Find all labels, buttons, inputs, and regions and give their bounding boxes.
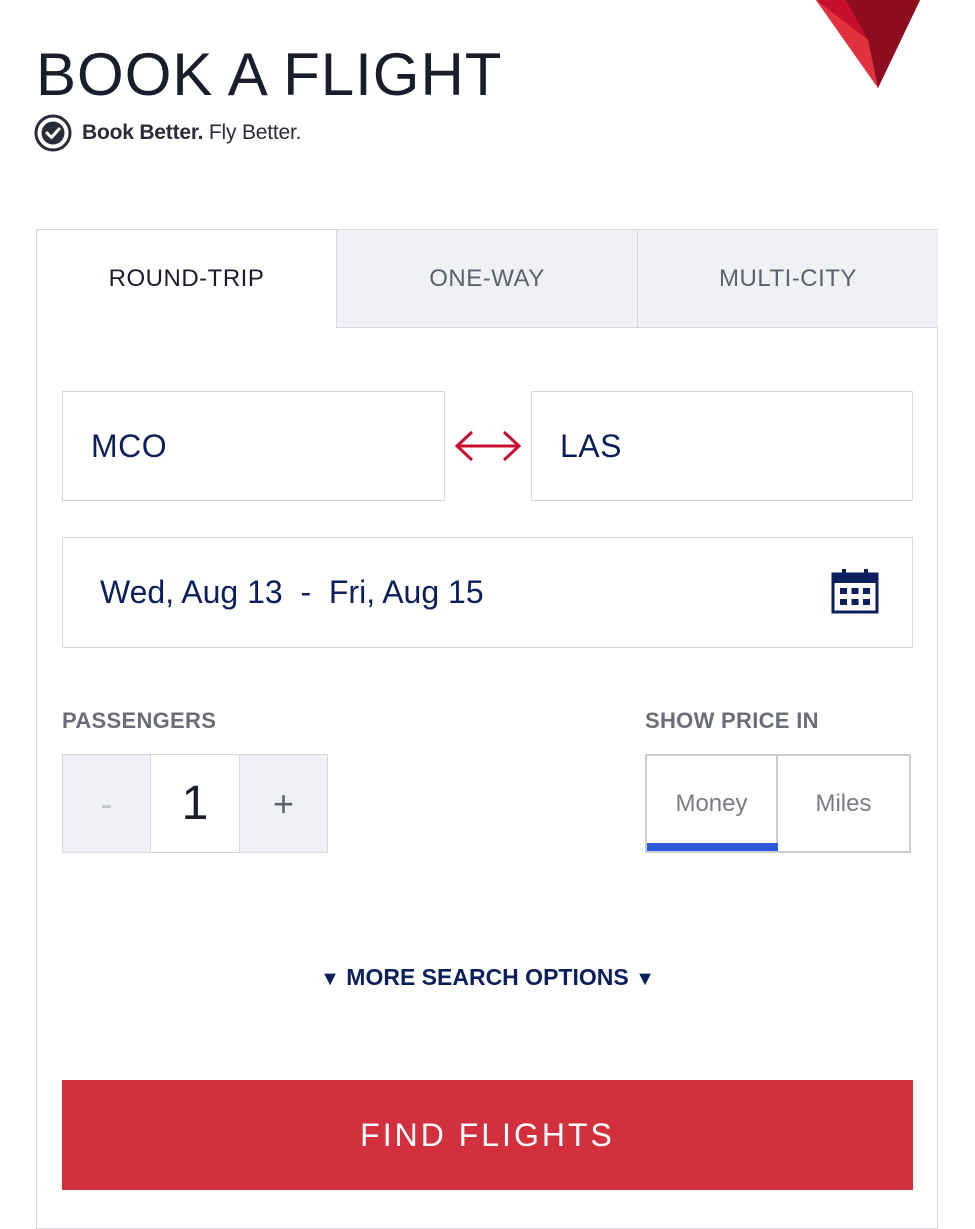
delta-logo-icon <box>816 0 920 88</box>
swap-arrows-icon[interactable] <box>452 426 524 466</box>
find-flights-button[interactable]: FIND FLIGHTS <box>62 1080 913 1190</box>
date-range-value: Wed, Aug 13 - Fri, Aug 15 <box>100 574 484 610</box>
calendar-icon[interactable] <box>831 568 879 614</box>
more-search-options-link[interactable]: ▼ MORE SEARCH OPTIONS ▼ <box>0 964 975 991</box>
tagline-text: Book Better. Fly Better. <box>82 121 302 144</box>
triangle-down-icon: ▼ <box>320 968 340 990</box>
origin-value: MCO <box>91 427 168 464</box>
destination-field[interactable]: LAS <box>531 391 913 501</box>
triangle-down-icon: ▼ <box>635 968 655 990</box>
destination-value: LAS <box>560 427 622 464</box>
passenger-increment-button[interactable]: + <box>239 754 328 853</box>
price-miles-toggle[interactable]: Miles <box>778 754 911 853</box>
passenger-decrement-button[interactable]: - <box>62 754 151 853</box>
tab-one-way[interactable]: ONE-WAY <box>336 230 637 328</box>
price-money-toggle[interactable]: Money <box>645 754 778 853</box>
show-price-label: SHOW PRICE IN <box>645 708 819 733</box>
passenger-count-input[interactable]: 1 <box>151 754 239 853</box>
date-range-field[interactable]: Wed, Aug 13 - Fri, Aug 15 <box>62 537 913 648</box>
selected-indicator <box>647 843 778 851</box>
page-title: BOOK A FLIGHT <box>36 41 503 108</box>
tagline: Book Better. Fly Better. <box>34 114 301 152</box>
tab-round-trip[interactable]: ROUND-TRIP <box>37 230 336 328</box>
more-search-options-label: MORE SEARCH OPTIONS <box>346 964 629 990</box>
passengers-label: PASSENGERS <box>62 708 217 733</box>
badge-check-icon <box>34 114 72 152</box>
origin-field[interactable]: MCO <box>62 391 445 501</box>
tab-multi-city[interactable]: MULTI-CITY <box>637 230 938 328</box>
